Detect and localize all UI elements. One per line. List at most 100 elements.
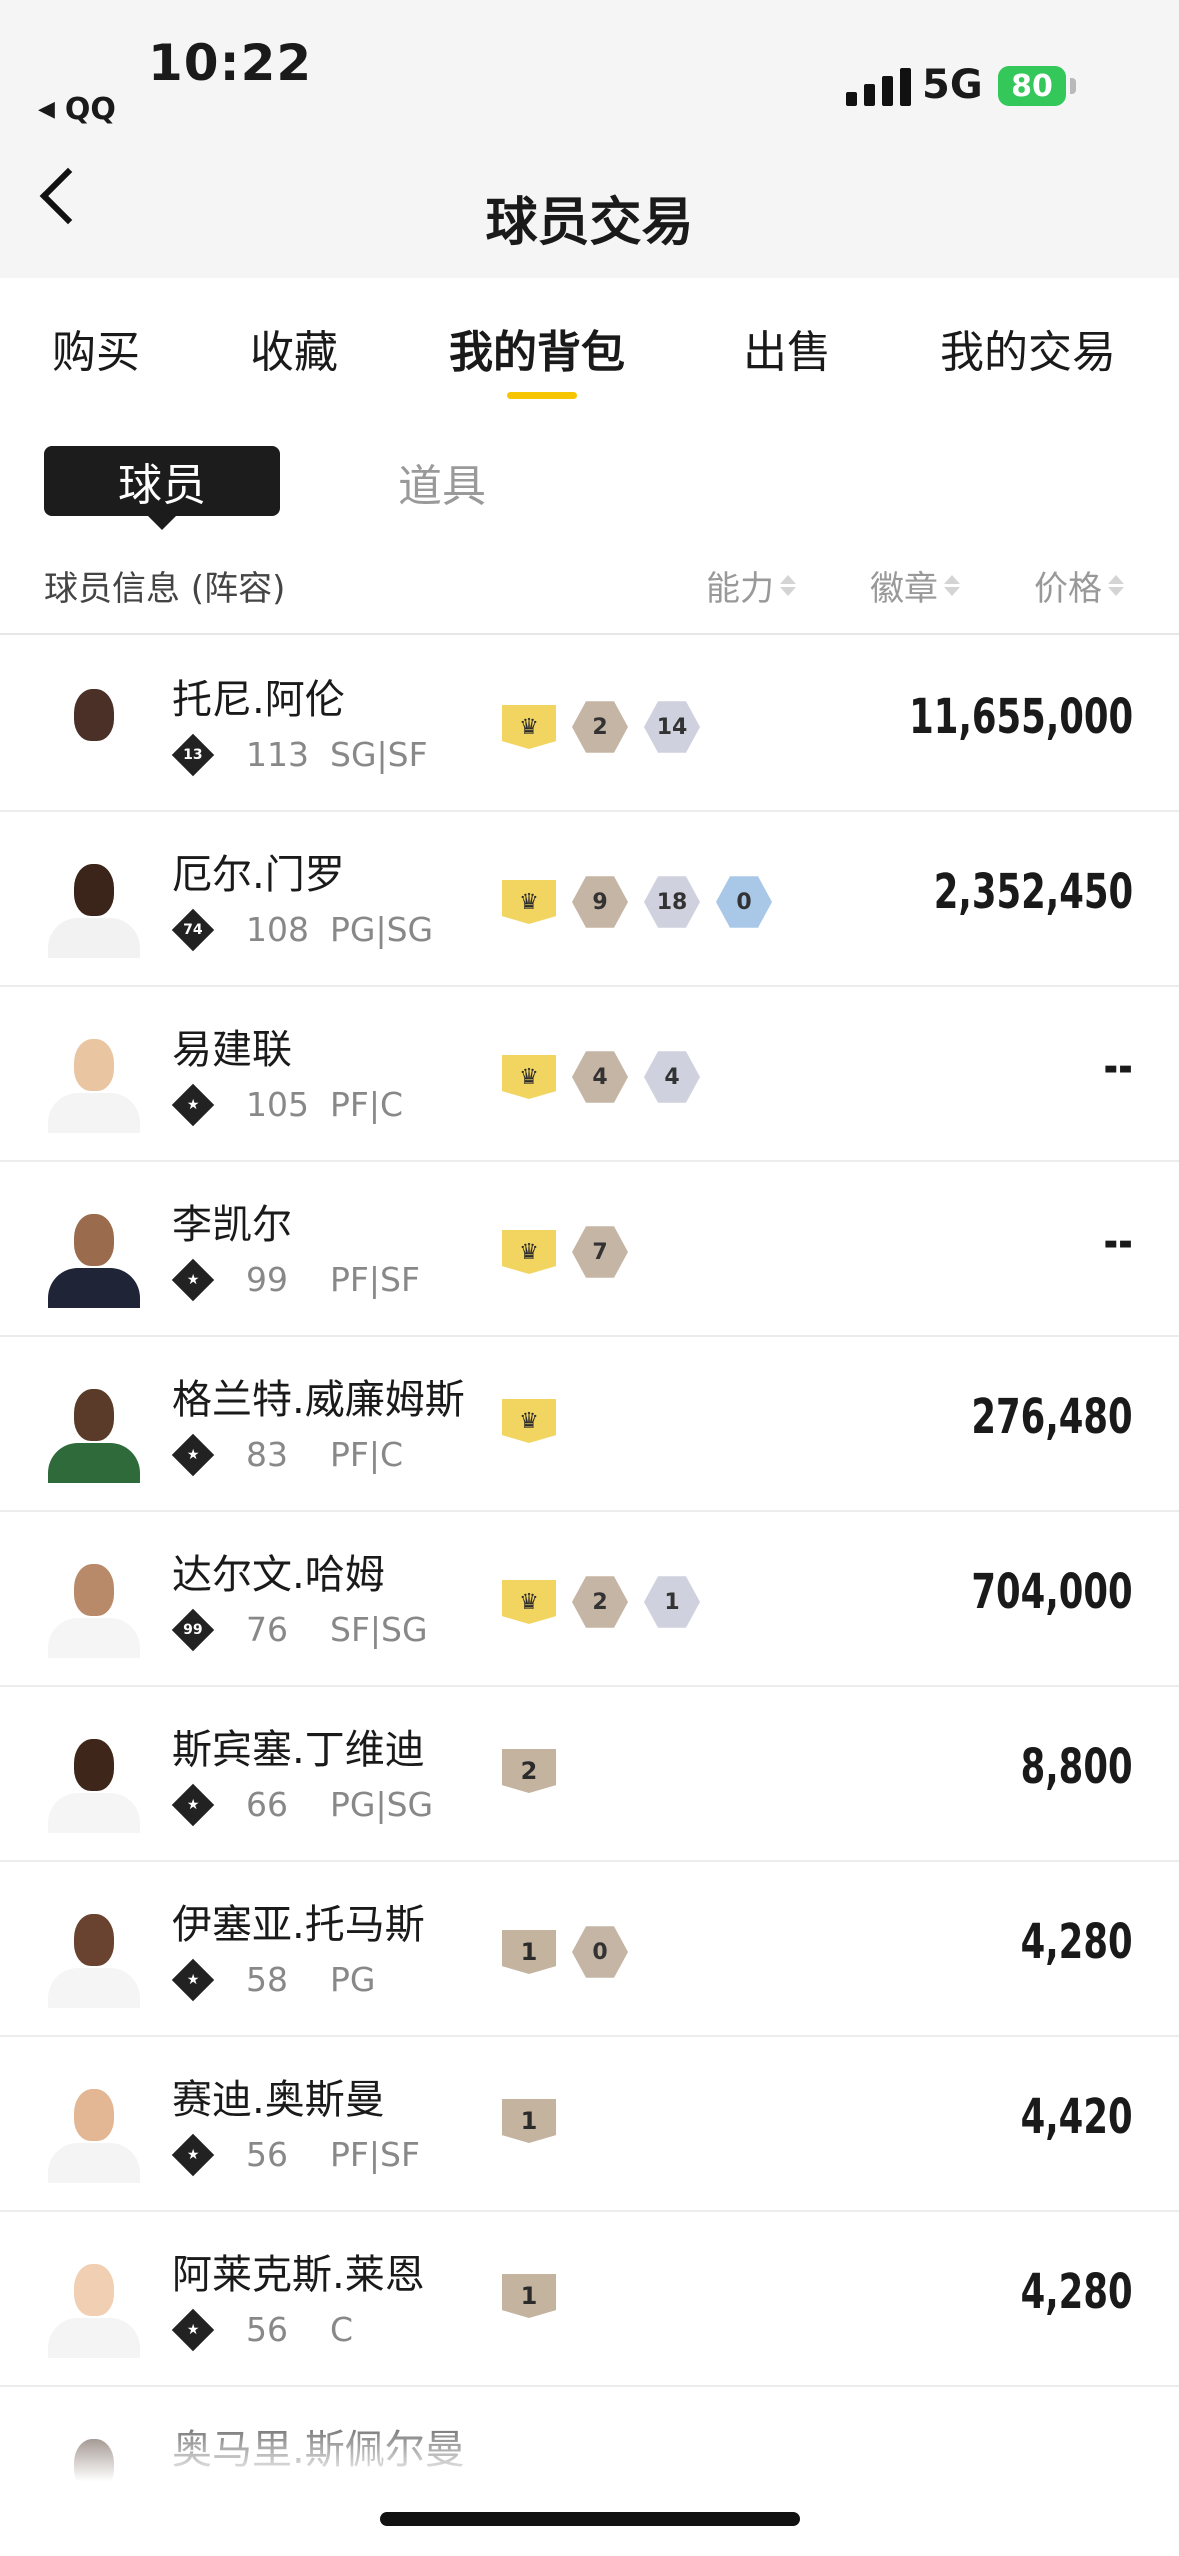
player-position: PF|SF (330, 2135, 420, 2174)
bottom-fade (0, 2390, 1179, 2556)
tier-diamond-icon: 74 (171, 908, 215, 951)
player-row[interactable]: 托尼.阿伦 13 113 SG|SF ♛ 2 14 11,655,000 (0, 637, 1179, 812)
player-rating: 58 (246, 1960, 288, 1999)
badge-group: ♛ 2 1 (502, 1574, 700, 1630)
sort-icon (780, 575, 796, 596)
crown-badge-icon: ♛ (502, 1580, 556, 1624)
player-row[interactable]: 赛迪.奥斯曼 ★ 56 PF|SF 1 4,420 (0, 2037, 1179, 2212)
tab-sell[interactable]: 出售 (743, 316, 831, 380)
player-rating: 99 (246, 1260, 288, 1299)
player-name: 易建联 (172, 1027, 292, 1073)
player-row[interactable]: 阿莱克斯.莱恩 ★ 56 C 1 4,280 (0, 2212, 1179, 2387)
level-badge: 2 (502, 1749, 556, 1793)
player-price: 8,800 (1020, 1739, 1133, 1795)
badge-count-hex: 0 (572, 1926, 628, 1978)
player-row[interactable]: 格兰特.威廉姆斯 ★ 83 PF|C ♛ 276,480 (0, 1337, 1179, 1512)
player-avatar (44, 1208, 144, 1308)
battery-icon: 80 (998, 66, 1066, 106)
player-meta: ★ 83 PF|C (171, 1433, 403, 1476)
badge-count-hex: 9 (572, 876, 628, 928)
badge-group: ♛ (502, 1399, 556, 1443)
player-rating: 56 (246, 2135, 288, 2174)
tier-diamond-icon: 99 (171, 1608, 215, 1651)
player-position: C (330, 2310, 354, 2349)
segment-players[interactable]: 球员 (44, 446, 280, 530)
badge-count-hex: 14 (644, 701, 700, 753)
player-rating: 56 (246, 2310, 288, 2349)
crown-badge-icon: ♛ (502, 880, 556, 924)
player-position: PG (330, 1960, 376, 1999)
player-position: SG|SF (330, 735, 428, 774)
back-app-label: QQ (64, 92, 116, 127)
player-row[interactable]: 易建联 ★ 105 PF|C ♛ 4 4 -- (0, 987, 1179, 1162)
tab-buy[interactable]: 购买 (52, 316, 140, 380)
crown-badge-icon: ♛ (502, 705, 556, 749)
sort-price-button[interactable]: 价格 (1034, 561, 1124, 610)
player-meta: ★ 56 C (171, 2308, 354, 2351)
player-avatar (44, 683, 144, 783)
back-to-app-link[interactable]: ◀ QQ (38, 92, 116, 127)
player-avatar (44, 858, 144, 958)
player-position: PF|C (330, 1085, 404, 1124)
badge-count-hex: 0 (716, 876, 772, 928)
player-row[interactable]: 李凯尔 ★ 99 PF|SF ♛ 7 -- (0, 1162, 1179, 1337)
player-rating: 105 (246, 1085, 309, 1124)
player-avatar (44, 2258, 144, 2358)
player-rating: 66 (246, 1785, 288, 1824)
sort-badges-button[interactable]: 徽章 (870, 561, 960, 610)
player-rating: 76 (246, 1610, 288, 1649)
player-name: 斯宾塞.丁维迪 (172, 1727, 425, 1773)
column-badges: 徽章 (870, 569, 938, 609)
player-position: PF|SF (330, 1260, 420, 1299)
badge-count-hex: 2 (572, 701, 628, 753)
page-title: 球员交易 (485, 193, 694, 253)
crown-badge-icon: ♛ (502, 1230, 556, 1274)
badge-group: 2 (502, 1749, 556, 1793)
badge-count-hex: 1 (644, 1576, 700, 1628)
status-time: 10:22 (148, 34, 313, 92)
tier-diamond-icon: ★ (171, 2133, 215, 2176)
column-player-info: 球员信息 (阵容) (44, 569, 286, 609)
player-price: 4,280 (1020, 2264, 1133, 2320)
home-indicator[interactable] (380, 2512, 800, 2526)
level-badge: 1 (502, 2274, 556, 2318)
tab-my-trades[interactable]: 我的交易 (940, 316, 1116, 380)
badge-group: ♛ 4 4 (502, 1049, 700, 1105)
player-avatar (44, 1033, 144, 1133)
column-price: 价格 (1034, 569, 1102, 609)
player-rating: 113 (246, 735, 309, 774)
badge-count-hex: 4 (644, 1051, 700, 1103)
badge-group: ♛ 9 18 0 (502, 874, 772, 930)
sort-ability-button[interactable]: 能力 (706, 561, 796, 610)
tab-my-backpack[interactable]: 我的背包 (449, 316, 625, 380)
player-price: -- (1103, 1214, 1133, 1270)
tier-diamond-icon: 13 (171, 733, 215, 776)
player-name: 阿莱克斯.莱恩 (172, 2252, 425, 2298)
badge-group: 1 (502, 2274, 556, 2318)
player-avatar (44, 1383, 144, 1483)
player-position: PG|SG (330, 910, 434, 949)
segment-items[interactable]: 道具 (398, 450, 486, 514)
player-meta: ★ 56 PF|SF (171, 2133, 420, 2176)
player-avatar (44, 1733, 144, 1833)
player-rating: 83 (246, 1435, 288, 1474)
badge-count-hex: 18 (644, 876, 700, 928)
badge-group: ♛ 7 (502, 1224, 628, 1280)
tab-favorites[interactable]: 收藏 (250, 316, 338, 380)
player-row[interactable]: 达尔文.哈姆 99 76 SF|SG ♛ 2 1 704,000 (0, 1512, 1179, 1687)
sort-icon (1108, 575, 1124, 596)
player-price: 704,000 (971, 1564, 1133, 1620)
badge-group: 1 (502, 2099, 556, 2143)
player-name: 伊塞亚.托马斯 (172, 1902, 425, 1948)
tier-diamond-icon: ★ (171, 1258, 215, 1301)
player-meta: 99 76 SF|SG (171, 1608, 428, 1651)
player-meta: ★ 66 PG|SG (171, 1783, 433, 1826)
player-row[interactable]: 伊塞亚.托马斯 ★ 58 PG 1 0 4,280 (0, 1862, 1179, 2037)
player-name: 托尼.阿伦 (172, 677, 345, 723)
player-row[interactable]: 厄尔.门罗 74 108 PG|SG ♛ 9 18 0 2,352,450 (0, 812, 1179, 987)
top-bar: 10:22 ◀ QQ 5G 80 球员交易 (0, 0, 1179, 278)
player-row[interactable]: 斯宾塞.丁维迪 ★ 66 PG|SG 2 8,800 (0, 1687, 1179, 1862)
player-meta: 13 113 SG|SF (171, 733, 428, 776)
player-price: -- (1103, 1039, 1133, 1095)
back-triangle-icon: ◀ (38, 97, 55, 122)
